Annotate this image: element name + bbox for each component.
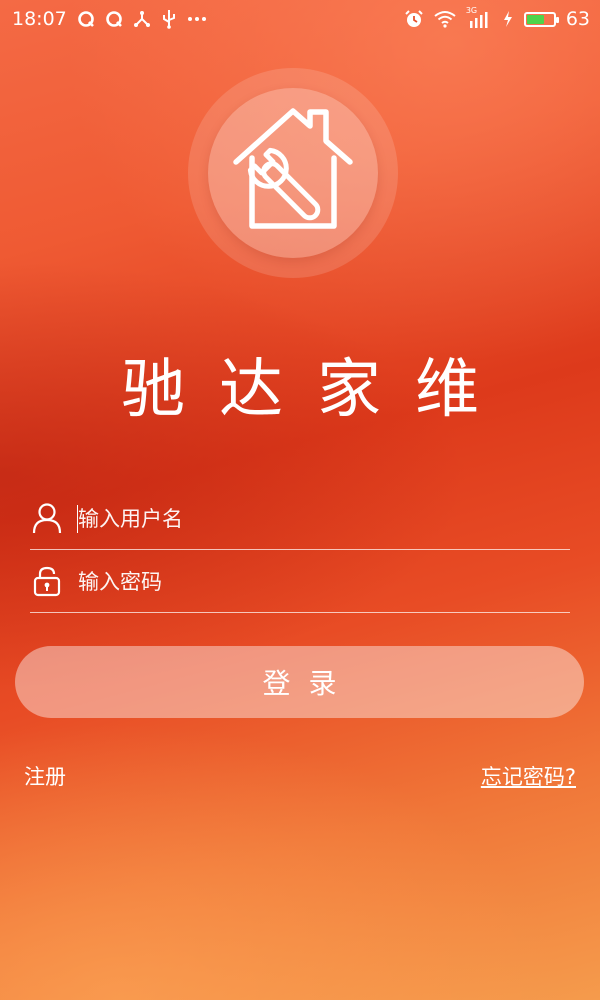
forgot-password-link[interactable]: 忘记密码? (481, 761, 576, 791)
lock-icon (32, 565, 62, 601)
qq-notification-icon (77, 10, 95, 28)
user-icon (32, 502, 62, 538)
password-input[interactable] (78, 563, 558, 601)
status-bar-right: 3G 63 (404, 6, 590, 30)
register-link[interactable]: 注册 (24, 761, 66, 791)
usb-icon (161, 9, 177, 29)
wifi-icon (434, 10, 456, 28)
status-bar: 18:07 3G 63 (0, 0, 600, 38)
status-bar-left: 18:07 (12, 8, 207, 30)
status-time: 18:07 (12, 8, 67, 30)
share-icon (133, 10, 151, 28)
username-input[interactable] (78, 500, 558, 538)
battery-icon (523, 11, 559, 27)
username-field[interactable] (30, 490, 570, 550)
network-type-label: 3G (465, 6, 478, 15)
house-wrench-icon (233, 108, 353, 229)
signal-icon: 3G (466, 6, 492, 28)
charging-icon (502, 10, 514, 28)
battery-fill (526, 14, 545, 24)
more-icon (187, 16, 207, 22)
app-title: 驰达家维 (121, 353, 513, 427)
login-button[interactable]: 登录 (15, 646, 584, 718)
alarm-icon (404, 9, 424, 29)
battery-percent: 63 (565, 8, 590, 30)
background-glow-bottom (0, 700, 600, 1000)
password-field[interactable] (30, 553, 570, 613)
qq-notification-icon (105, 10, 123, 28)
